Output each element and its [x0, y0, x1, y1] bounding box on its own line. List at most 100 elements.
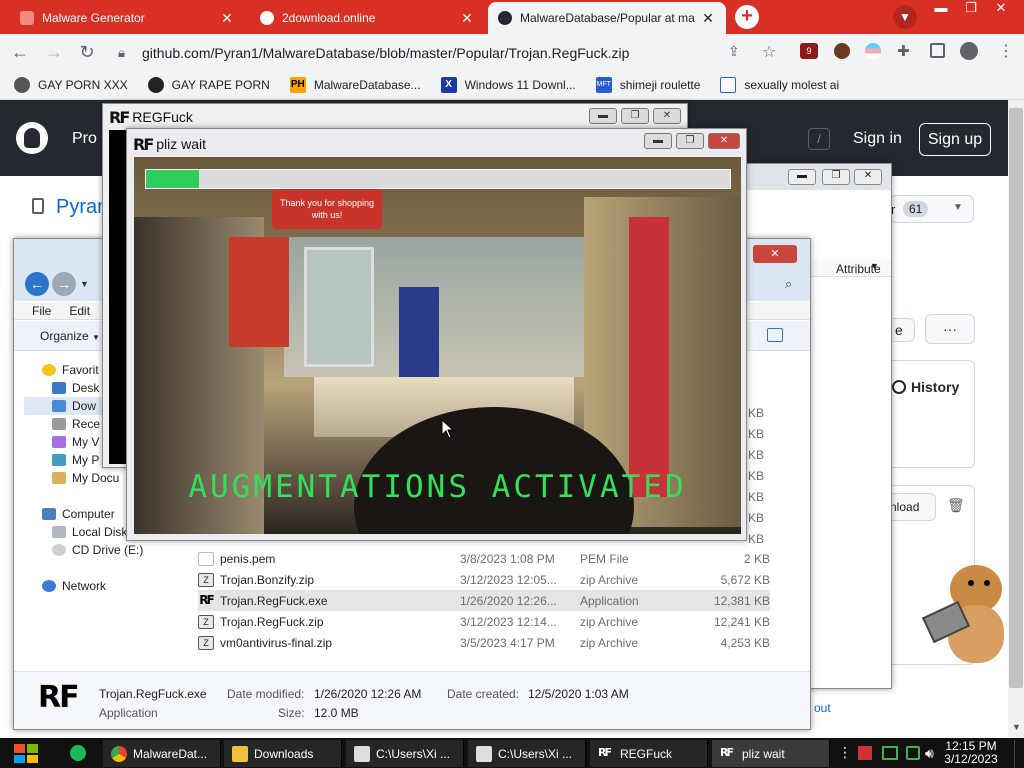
bookmark-star-icon[interactable]: ☆: [762, 42, 776, 62]
tray-monitor-icon[interactable]: [906, 746, 920, 760]
bg-window-close-icon[interactable]: ✕: [854, 169, 882, 185]
extension-avatar-icon[interactable]: [834, 43, 850, 59]
file-row[interactable]: Z vm0antivirus-final.zip 3/5/2023 4:17 P…: [198, 632, 770, 653]
repo-owner-link[interactable]: Pyran: [56, 196, 108, 219]
new-tab-button[interactable]: +: [735, 5, 759, 29]
bookmark-windows11[interactable]: X Windows 11 Downl...: [440, 76, 576, 93]
bookmark-label: GAY PORN XXX: [38, 77, 128, 92]
star-button[interactable]: r 61 ▼: [890, 195, 974, 223]
download-button[interactable]: nload: [886, 493, 936, 521]
taskbar-item-chrome[interactable]: MalwareDat...: [103, 740, 221, 767]
x-favicon: X: [440, 76, 457, 93]
clock-date: 3/12/2023: [944, 752, 998, 766]
taskbar-item-cmd-1[interactable]: C:\Users\Xi ...: [346, 740, 464, 767]
side-panel-icon[interactable]: [930, 43, 945, 58]
extension-flag-icon[interactable]: [865, 43, 881, 59]
taskbar-label: Downloads: [254, 746, 314, 761]
pliz-minimize-icon[interactable]: ▬: [644, 133, 672, 149]
tray-network-icon[interactable]: [882, 746, 898, 760]
sign-up-button[interactable]: Sign up: [919, 123, 991, 156]
bookmark-gay-porn[interactable]: GAY PORN XXX: [14, 76, 128, 93]
github-button-partial[interactable]: e: [893, 318, 915, 342]
address-bar[interactable]: github.com/Pyran1/MalwareDatabase/blob/m…: [110, 39, 790, 67]
preview-pane-icon[interactable]: [767, 328, 783, 342]
bookmark-gay-rape[interactable]: GAY RAPE PORN: [147, 76, 270, 93]
profile-avatar-icon[interactable]: [960, 42, 978, 60]
explorer-forward-icon[interactable]: →: [52, 272, 76, 296]
regfuck-minimize-icon[interactable]: ▬: [589, 108, 617, 124]
more-options-button[interactable]: ···: [925, 314, 975, 344]
menu-edit[interactable]: Edit: [69, 304, 90, 318]
pem-file-icon: [198, 551, 214, 566]
explorer-back-icon[interactable]: ←: [25, 272, 49, 296]
star-dropdown-icon[interactable]: ▼: [953, 202, 963, 213]
history-link[interactable]: History: [892, 379, 959, 395]
tab-search-button[interactable]: ▼: [893, 5, 917, 29]
trash-icon[interactable]: 🗑︎: [947, 497, 965, 514]
close-tab-icon[interactable]: ✕: [459, 10, 475, 27]
lock-icon[interactable]: 🔒︎: [118, 45, 125, 61]
tray-volume-icon[interactable]: 🔊︎: [925, 745, 934, 762]
tab-2download[interactable]: 2download.online ✕: [250, 2, 485, 34]
explorer-close-icon[interactable]: ✕: [753, 245, 797, 263]
chrome-menu-icon[interactable]: ⋮: [998, 41, 1014, 61]
pliz-close-icon[interactable]: ✕: [708, 133, 740, 149]
show-desktop-button[interactable]: [1014, 740, 1024, 768]
search-shortcut-key[interactable]: /: [808, 128, 830, 150]
taskbar-item-cmd-2[interactable]: C:\Users\Xi ...: [468, 740, 586, 767]
minimize-icon[interactable]: ▬: [925, 0, 957, 18]
start-button[interactable]: [8, 740, 44, 767]
reload-icon[interactable]: ↻: [77, 42, 97, 62]
ublock-extension-icon[interactable]: 9: [800, 43, 818, 59]
file-row-selected[interactable]: RF Trojan.RegFuck.exe 1/26/2020 12:26...…: [198, 590, 770, 611]
extensions-puzzle-icon[interactable]: ✚: [897, 42, 910, 60]
taskbar-item-regfuck[interactable]: RF REGFuck: [590, 740, 708, 767]
regfuck-maximize-icon[interactable]: ❐: [621, 108, 649, 124]
taskbar-item-downloads[interactable]: Downloads: [224, 740, 342, 767]
tab-malware-generator[interactable]: Malware Generator ✕: [10, 2, 245, 34]
file-row[interactable]: Z Trojan.RegFuck.zip 3/12/2023 12:14... …: [198, 611, 770, 632]
star-count: 61: [903, 201, 929, 217]
close-tab-icon[interactable]: ✕: [219, 10, 235, 27]
regfuck-close-icon[interactable]: ✕: [653, 108, 681, 124]
github-logo-icon[interactable]: [16, 122, 48, 154]
file-row[interactable]: Z Trojan.Bonzify.zip 3/12/2023 12:05... …: [198, 569, 770, 590]
tab-malwaredatabase[interactable]: MalwareDatabase/Popular at ma ✕: [488, 2, 726, 34]
attribute-dropdown-icon[interactable]: ▼: [870, 261, 879, 271]
history-label: History: [911, 379, 960, 395]
bookmark-shimeji[interactable]: MFT shimeji roulette: [595, 76, 700, 93]
explorer-search-icon[interactable]: ⌕: [785, 276, 792, 292]
scroll-down-arrow-icon[interactable]: ▼: [1012, 722, 1021, 732]
bookmark-sexually-molest[interactable]: sexually molest ai: [720, 76, 839, 93]
taskbar-clock[interactable]: 12:15 PM 3/12/2023: [940, 740, 1002, 766]
restore-icon[interactable]: ❐: [955, 0, 987, 18]
nav-network[interactable]: Network: [42, 577, 192, 595]
file-type: Application: [580, 593, 639, 608]
sign-in-link[interactable]: Sign in: [853, 130, 902, 148]
close-tab-icon[interactable]: ✕: [700, 10, 716, 27]
share-icon[interactable]: ⇪: [728, 43, 740, 60]
taskbar-item-pliz-wait[interactable]: RF pliz wait: [712, 740, 830, 767]
menu-file[interactable]: File: [32, 304, 51, 318]
back-arrow-icon[interactable]: ←: [10, 42, 30, 62]
file-row[interactable]: penis.pem 3/8/2023 1:08 PM PEM File 2 KB: [198, 548, 770, 569]
spotify-icon[interactable]: [70, 745, 86, 761]
bg-window-minimize-icon[interactable]: ▬: [788, 169, 816, 185]
tray-overflow-icon[interactable]: ⋮: [838, 744, 852, 761]
footer-link-partial[interactable]: out: [814, 701, 831, 715]
bookmark-malwaredatabase[interactable]: PH MalwareDatabase...: [289, 76, 421, 93]
tray-flag-icon[interactable]: [858, 746, 872, 760]
store-door: [304, 247, 374, 367]
forward-arrow-icon[interactable]: →: [44, 42, 64, 62]
command-prompt-icon: [476, 745, 492, 762]
hamster-shimeji[interactable]: [920, 560, 1012, 665]
pliz-maximize-icon[interactable]: ❐: [676, 133, 704, 149]
nav-cd-drive[interactable]: CD Drive (E:): [52, 541, 192, 559]
organize-button[interactable]: Organize ▼: [40, 329, 100, 343]
bg-window-maximize-icon[interactable]: ❐: [822, 169, 850, 185]
github-nav-product[interactable]: Pro: [72, 130, 97, 148]
bookmark-favicon: [720, 76, 737, 93]
cd-drive-icon: [52, 544, 66, 556]
explorer-history-dropdown-icon[interactable]: ▼: [80, 279, 89, 289]
close-window-icon[interactable]: ✕: [985, 0, 1017, 18]
